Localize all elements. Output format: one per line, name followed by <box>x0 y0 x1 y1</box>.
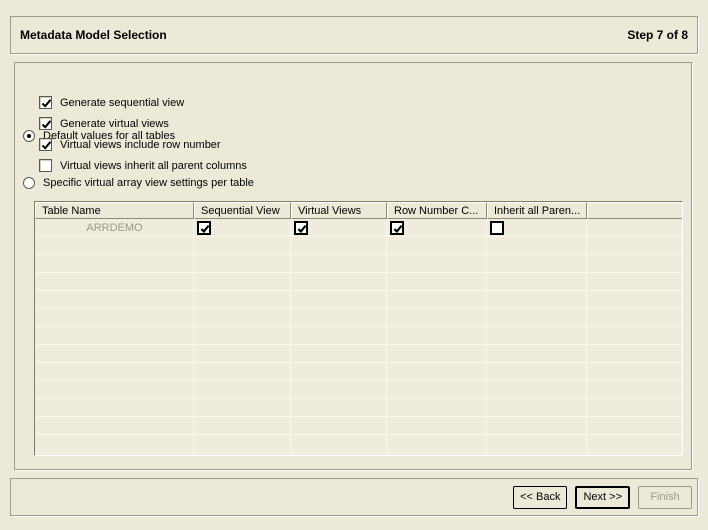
finish-button[interactable]: Finish <box>638 486 692 509</box>
step-indicator: Step 7 of 8 <box>627 28 688 42</box>
page-title: Metadata Model Selection <box>20 28 167 42</box>
column-header-empty <box>587 202 682 219</box>
column-header-sequential-view[interactable]: Sequential View <box>194 202 291 219</box>
checkbox-include-row-number[interactable] <box>39 138 52 151</box>
column-divider <box>586 219 587 455</box>
column-header-inherit-parent[interactable]: Inherit all Paren... <box>487 202 587 219</box>
checkbox-row-inherit-parent[interactable]: Virtual views inherit all parent columns <box>39 159 247 172</box>
checkbox-row-sequential-view[interactable]: Generate sequential view <box>39 96 184 109</box>
checkbox-label: Generate sequential view <box>60 97 184 109</box>
grid-body: ARRDEMO <box>35 219 682 455</box>
cell-table-name: ARRDEMO <box>35 219 194 237</box>
radio-row-specific[interactable]: Specific virtual array view settings per… <box>23 177 254 189</box>
checkbox-row-virtual-views[interactable]: Generate virtual views <box>39 117 169 130</box>
cell-checkbox-sequential-view[interactable] <box>197 221 211 235</box>
checkbox-generate-sequential-view[interactable] <box>39 96 52 109</box>
checkbox-label: Virtual views include row number <box>60 139 221 151</box>
column-divider <box>193 219 194 455</box>
column-header-table-name[interactable]: Table Name <box>35 202 194 219</box>
table-row[interactable]: ARRDEMO <box>35 219 682 237</box>
radio-specific-settings-label: Specific virtual array view settings per… <box>43 177 254 189</box>
button-bar: << Back Next >> Finish <box>10 478 698 516</box>
back-button[interactable]: << Back <box>513 486 567 509</box>
checkbox-label: Generate virtual views <box>60 118 169 130</box>
checkbox-generate-virtual-views[interactable] <box>39 117 52 130</box>
radio-specific-settings[interactable] <box>23 177 35 189</box>
checkbox-row-row-number[interactable]: Virtual views include row number <box>39 138 221 151</box>
column-divider <box>290 219 291 455</box>
column-divider <box>386 219 387 455</box>
column-divider <box>486 219 487 455</box>
cell-checkbox-inherit-parent[interactable] <box>490 221 504 235</box>
next-button[interactable]: Next >> <box>575 486 630 509</box>
table-settings-grid: Table Name Sequential View Virtual Views… <box>34 201 683 456</box>
checkbox-inherit-parent-columns[interactable] <box>39 159 52 172</box>
cell-checkbox-virtual-views[interactable] <box>294 221 308 235</box>
checkbox-label: Virtual views inherit all parent columns <box>60 160 247 172</box>
wizard-dialog: { "header": { "title": "Metadata Model S… <box>0 0 708 530</box>
grid-header: Table Name Sequential View Virtual Views… <box>35 202 682 219</box>
column-header-row-number[interactable]: Row Number C... <box>387 202 487 219</box>
wizard-header: Metadata Model Selection Step 7 of 8 <box>10 16 698 54</box>
radio-default-values[interactable] <box>23 130 35 142</box>
content-panel: Default values for all tables Generate s… <box>14 62 692 470</box>
cell-checkbox-row-number[interactable] <box>390 221 404 235</box>
column-header-virtual-views[interactable]: Virtual Views <box>291 202 387 219</box>
